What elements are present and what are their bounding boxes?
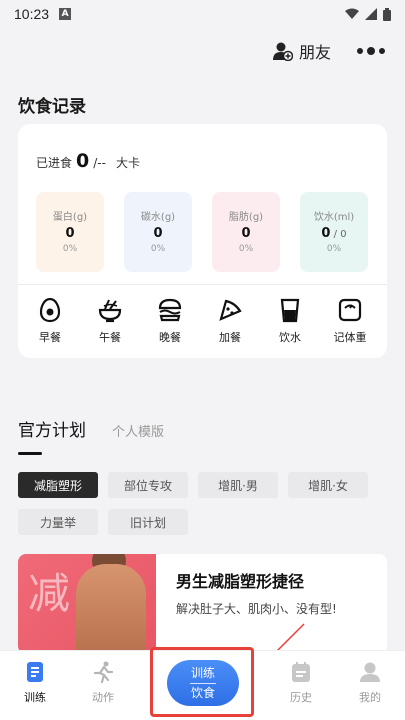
status-time: 10:23: [14, 6, 50, 22]
macro-percent: 0%: [238, 244, 254, 254]
chip-fat-loss[interactable]: 减脂塑形: [18, 472, 98, 498]
water-button[interactable]: 饮水: [264, 297, 316, 345]
record-weight-button[interactable]: 记体重: [324, 297, 376, 345]
nav-label: 动作: [92, 691, 114, 704]
nav-exercises[interactable]: 动作: [78, 661, 128, 705]
nav-profile[interactable]: 我的: [345, 661, 395, 705]
dot-icon: [367, 47, 375, 55]
intake-target: /--: [93, 156, 106, 170]
chip-muscle-male[interactable]: 增肌·男: [198, 472, 278, 498]
signal-icon: [365, 8, 377, 20]
dot-icon: [379, 48, 385, 54]
train-diet-toggle-button[interactable]: 训练 饮食: [167, 660, 239, 706]
macro-carbs: 碳水(g) 0 0%: [124, 192, 192, 272]
pizza-slice-icon: [219, 299, 242, 321]
macro-label: 蛋白(g): [52, 212, 88, 223]
calendar-icon: [292, 662, 310, 682]
nav-label: 训练: [24, 691, 46, 704]
cover-text: 减: [28, 569, 71, 618]
tab-official-plans[interactable]: 官方计划: [18, 416, 86, 441]
meal-label: 饮水: [279, 331, 301, 344]
nav-history[interactable]: 历史: [276, 661, 326, 705]
chip-old-plans[interactable]: 旧计划: [108, 509, 188, 535]
macro-label: 饮水(ml): [313, 212, 355, 223]
egg-icon: [39, 297, 61, 323]
macro-protein: 蛋白(g) 0 0%: [36, 192, 104, 272]
macro-percent: 0%: [326, 244, 342, 254]
training-doc-icon: [27, 662, 43, 682]
macro-percent: 0%: [62, 244, 78, 254]
chip-body-part[interactable]: 部位专攻: [108, 472, 188, 498]
tab-personal-templates[interactable]: 个人模版: [112, 421, 164, 440]
macro-label: 碳水(g): [140, 212, 176, 223]
profile-icon: [360, 662, 380, 682]
friends-button[interactable]: 朋友: [272, 39, 331, 63]
diet-section-title: 饮食记录: [18, 97, 86, 117]
macro-value: 0: [241, 226, 251, 241]
cover-figure-torso: [76, 564, 146, 654]
center-label-training: 训练: [190, 666, 215, 681]
dinner-button[interactable]: 晚餐: [144, 297, 196, 345]
top-bar: 朋友: [0, 34, 405, 68]
plan-card[interactable]: 减 男生减脂塑形捷径 解决肚子大、肌肉小、没有型!: [18, 554, 387, 654]
meal-label: 早餐: [39, 331, 61, 344]
wifi-icon: [345, 8, 359, 19]
macro-value: 0: [65, 226, 75, 241]
diet-record-card[interactable]: 已进食 0 /-- 大卡 蛋白(g) 0 0% 碳水(g) 0 0% 脂肪(g)…: [18, 124, 387, 358]
notification-app-icon: A: [59, 8, 72, 20]
chip-powerlifting[interactable]: 力量举: [18, 509, 98, 535]
chip-muscle-female[interactable]: 增肌·女: [288, 472, 368, 498]
water-cup-icon: [280, 298, 300, 323]
active-tab-indicator: [18, 452, 42, 455]
plan-description: 解决肚子大、肌肉小、没有型!: [176, 602, 337, 616]
dot-icon: [357, 48, 363, 54]
add-friend-icon: [272, 42, 293, 61]
macro-fat: 脂肪(g) 0 0%: [212, 192, 280, 272]
friends-label: 朋友: [298, 43, 331, 62]
calorie-intake: 已进食 0 /-- 大卡: [36, 150, 140, 172]
status-bar: 10:23 A: [0, 0, 405, 28]
intake-prefix: 已进食: [36, 156, 73, 170]
breakfast-button[interactable]: 早餐: [24, 297, 76, 345]
macro-water: 饮水(ml) 0 / 0 0%: [300, 192, 368, 272]
annotation-highlight-box: 训练 饮食: [150, 647, 254, 717]
more-options-button[interactable]: [357, 47, 385, 55]
plan-tabs: 官方计划 个人模版: [18, 416, 164, 441]
plan-cover-image: 减: [18, 554, 156, 654]
nav-label: 历史: [290, 691, 312, 704]
macro-value: 0: [153, 226, 163, 241]
nav-training[interactable]: 训练: [10, 661, 60, 705]
meal-label: 加餐: [219, 331, 241, 344]
macro-label: 脂肪(g): [228, 212, 264, 223]
scale-icon: [338, 298, 362, 322]
runner-icon: [93, 661, 114, 683]
plan-title: 男生减脂塑形捷径: [176, 572, 305, 591]
meal-label: 记体重: [333, 331, 367, 344]
center-label-diet: 饮食: [190, 685, 215, 700]
nav-label: 我的: [359, 691, 381, 704]
battery-icon: [383, 7, 391, 21]
noodle-bowl-icon: [98, 299, 122, 323]
meal-shortcuts: 早餐 午餐 晚餐 加餐 饮水 记体重: [18, 284, 387, 358]
meal-label: 午餐: [99, 331, 121, 344]
center-divider: [190, 682, 216, 684]
lunch-button[interactable]: 午餐: [84, 297, 136, 345]
intake-unit: 大卡: [115, 156, 140, 170]
burger-icon: [158, 298, 182, 322]
intake-value: 0: [76, 150, 90, 172]
macro-percent: 0%: [150, 244, 166, 254]
meal-label: 晚餐: [159, 331, 181, 344]
macro-value: 0 / 0: [321, 226, 347, 241]
snack-button[interactable]: 加餐: [204, 297, 256, 345]
